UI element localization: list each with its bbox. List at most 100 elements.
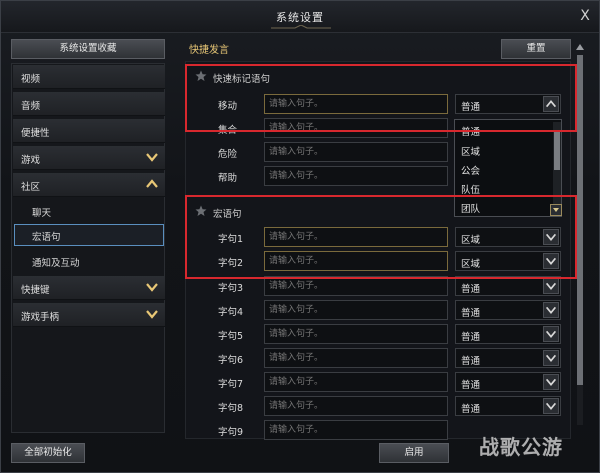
select-value: 普通 xyxy=(461,332,481,343)
title-bar: 系统设置 X xyxy=(1,1,599,33)
sidebar-item-label: 游戏 xyxy=(21,155,41,166)
chevron-down-icon[interactable] xyxy=(543,350,559,366)
sidebar-item-hotkeys[interactable]: 快捷键 xyxy=(13,276,165,300)
chevron-down-icon[interactable] xyxy=(543,278,559,294)
sidebar-item-video[interactable]: 视频 xyxy=(13,65,165,89)
row-label: 字句1 xyxy=(217,234,243,245)
main-scrollbar[interactable] xyxy=(575,41,585,437)
macro-group-header: 宏语句 xyxy=(195,204,395,220)
dropdown-option[interactable]: 公会 xyxy=(461,163,480,177)
sidebar-subitem-macro[interactable]: 宏语句 xyxy=(14,224,164,246)
sidebar-item-label: 游戏手柄 xyxy=(21,312,60,323)
select-value: 普通 xyxy=(461,380,481,391)
sentence-input[interactable] xyxy=(264,142,448,162)
select-value: 普通 xyxy=(461,404,481,415)
reset-button[interactable]: 重置 xyxy=(501,39,571,59)
group-title: 快速标记语句 xyxy=(213,74,271,85)
chevron-down-icon[interactable] xyxy=(543,229,559,245)
sentence-input[interactable] xyxy=(264,420,448,440)
dropdown-option[interactable]: 区域 xyxy=(461,144,480,158)
row-label: 字句9 xyxy=(217,427,243,438)
select-value: 区域 xyxy=(461,259,481,270)
row-label: 字句6 xyxy=(217,355,243,366)
select-value: 普通 xyxy=(461,308,481,319)
sidebar-item-gamepad[interactable]: 游戏手柄 xyxy=(13,303,165,327)
sidebar-item-label: 宏语句 xyxy=(32,232,61,243)
channel-select[interactable]: 普通 xyxy=(455,348,561,368)
sidebar-subitem-notifications[interactable]: 通知及互动 xyxy=(14,250,164,272)
select-value: 区域 xyxy=(461,235,481,246)
sentence-input[interactable] xyxy=(264,372,448,392)
chevron-down-icon[interactable] xyxy=(543,253,559,269)
chevron-down-icon[interactable] xyxy=(543,302,559,318)
channel-select[interactable]: 区域 xyxy=(455,251,561,271)
sentence-input[interactable] xyxy=(264,166,448,186)
sidebar-item-community[interactable]: 社区 xyxy=(13,173,165,197)
sentence-input[interactable] xyxy=(264,276,448,296)
group-title: 宏语句 xyxy=(213,209,242,220)
row-label: 字句5 xyxy=(217,331,243,342)
chevron-down-icon xyxy=(146,153,158,162)
channel-select[interactable]: 普通 xyxy=(455,300,561,320)
sentence-input[interactable] xyxy=(264,227,448,247)
sentence-input[interactable] xyxy=(264,118,448,138)
sidebar-item-label: 社区 xyxy=(21,182,41,193)
sidebar-item-convenience[interactable]: 便捷性 xyxy=(13,119,165,143)
window-title: 系统设置 xyxy=(276,11,324,24)
chevron-down-icon[interactable] xyxy=(543,398,559,414)
sidebar-subitem-chat[interactable]: 聊天 xyxy=(14,200,164,222)
dropdown-option[interactable]: 队伍 xyxy=(461,182,480,196)
star-icon[interactable] xyxy=(195,205,207,217)
scroll-thumb[interactable] xyxy=(577,55,583,385)
row-label: 字句4 xyxy=(217,307,243,318)
scroll-thumb[interactable] xyxy=(554,130,560,170)
dropdown-scrollbar[interactable] xyxy=(553,122,561,214)
sentence-input[interactable] xyxy=(264,94,448,114)
channel-select[interactable]: 普通 xyxy=(455,372,561,392)
sidebar-item-audio[interactable]: 音频 xyxy=(13,92,165,116)
sidebar-item-label: 音频 xyxy=(21,101,41,112)
chevron-down-icon[interactable] xyxy=(543,374,559,390)
channel-select[interactable]: 普通 xyxy=(455,276,561,296)
apply-button[interactable]: 启用 xyxy=(379,443,449,463)
chevron-down-icon[interactable] xyxy=(543,326,559,342)
row-label: 集合 xyxy=(217,125,237,136)
sentence-input[interactable] xyxy=(264,324,448,344)
channel-dropdown: 普通 区域 公会 队伍 团队 xyxy=(454,119,562,217)
close-icon[interactable]: X xyxy=(577,8,593,24)
reset-all-button[interactable]: 全部初始化 xyxy=(11,443,85,463)
chevron-down-icon xyxy=(146,283,158,292)
sidebar-item-label: 便捷性 xyxy=(21,128,50,139)
select-value: 普通 xyxy=(461,284,481,295)
sentence-input[interactable] xyxy=(264,251,448,271)
marker-group-header: 快速标记语句 xyxy=(195,69,395,85)
sidebar: 视频 音频 便捷性 游戏 社区 聊天 宏语句 通知及互动 快捷键 游戏手柄 xyxy=(11,63,165,433)
settings-window: 系统设置 X 系统设置收藏 视频 音频 便捷性 游戏 社区 聊天 宏语句 通知及… xyxy=(0,0,600,473)
chevron-down-icon xyxy=(146,310,158,319)
sentence-input[interactable] xyxy=(264,300,448,320)
channel-select[interactable]: 普通 xyxy=(455,94,561,114)
chevron-down-icon[interactable] xyxy=(550,204,562,216)
sidebar-item-game[interactable]: 游戏 xyxy=(13,146,165,170)
chevron-up-icon xyxy=(146,179,158,188)
sidebar-item-label: 视频 xyxy=(21,74,41,85)
chevron-up-icon[interactable] xyxy=(543,96,559,112)
section-title: 快捷发言 xyxy=(189,45,229,56)
row-label: 字句3 xyxy=(217,283,243,294)
sidebar-item-label: 快捷键 xyxy=(21,285,50,296)
channel-select[interactable]: 区域 xyxy=(455,227,561,247)
scroll-up-icon[interactable] xyxy=(575,41,585,53)
channel-select[interactable]: 普通 xyxy=(455,324,561,344)
row-label: 危险 xyxy=(217,149,237,160)
dropdown-option[interactable]: 普通 xyxy=(461,124,480,138)
sentence-input[interactable] xyxy=(264,348,448,368)
star-icon[interactable] xyxy=(195,70,207,82)
select-value: 普通 xyxy=(461,102,481,113)
sidebar-item-label: 聊天 xyxy=(32,208,52,219)
dropdown-option[interactable]: 团队 xyxy=(461,201,480,215)
row-label: 字句2 xyxy=(217,258,243,269)
sentence-input[interactable] xyxy=(264,396,448,416)
sidebar-item-label: 通知及互动 xyxy=(32,258,80,269)
channel-select[interactable]: 普通 xyxy=(455,396,561,416)
favorites-button[interactable]: 系统设置收藏 xyxy=(11,39,165,59)
